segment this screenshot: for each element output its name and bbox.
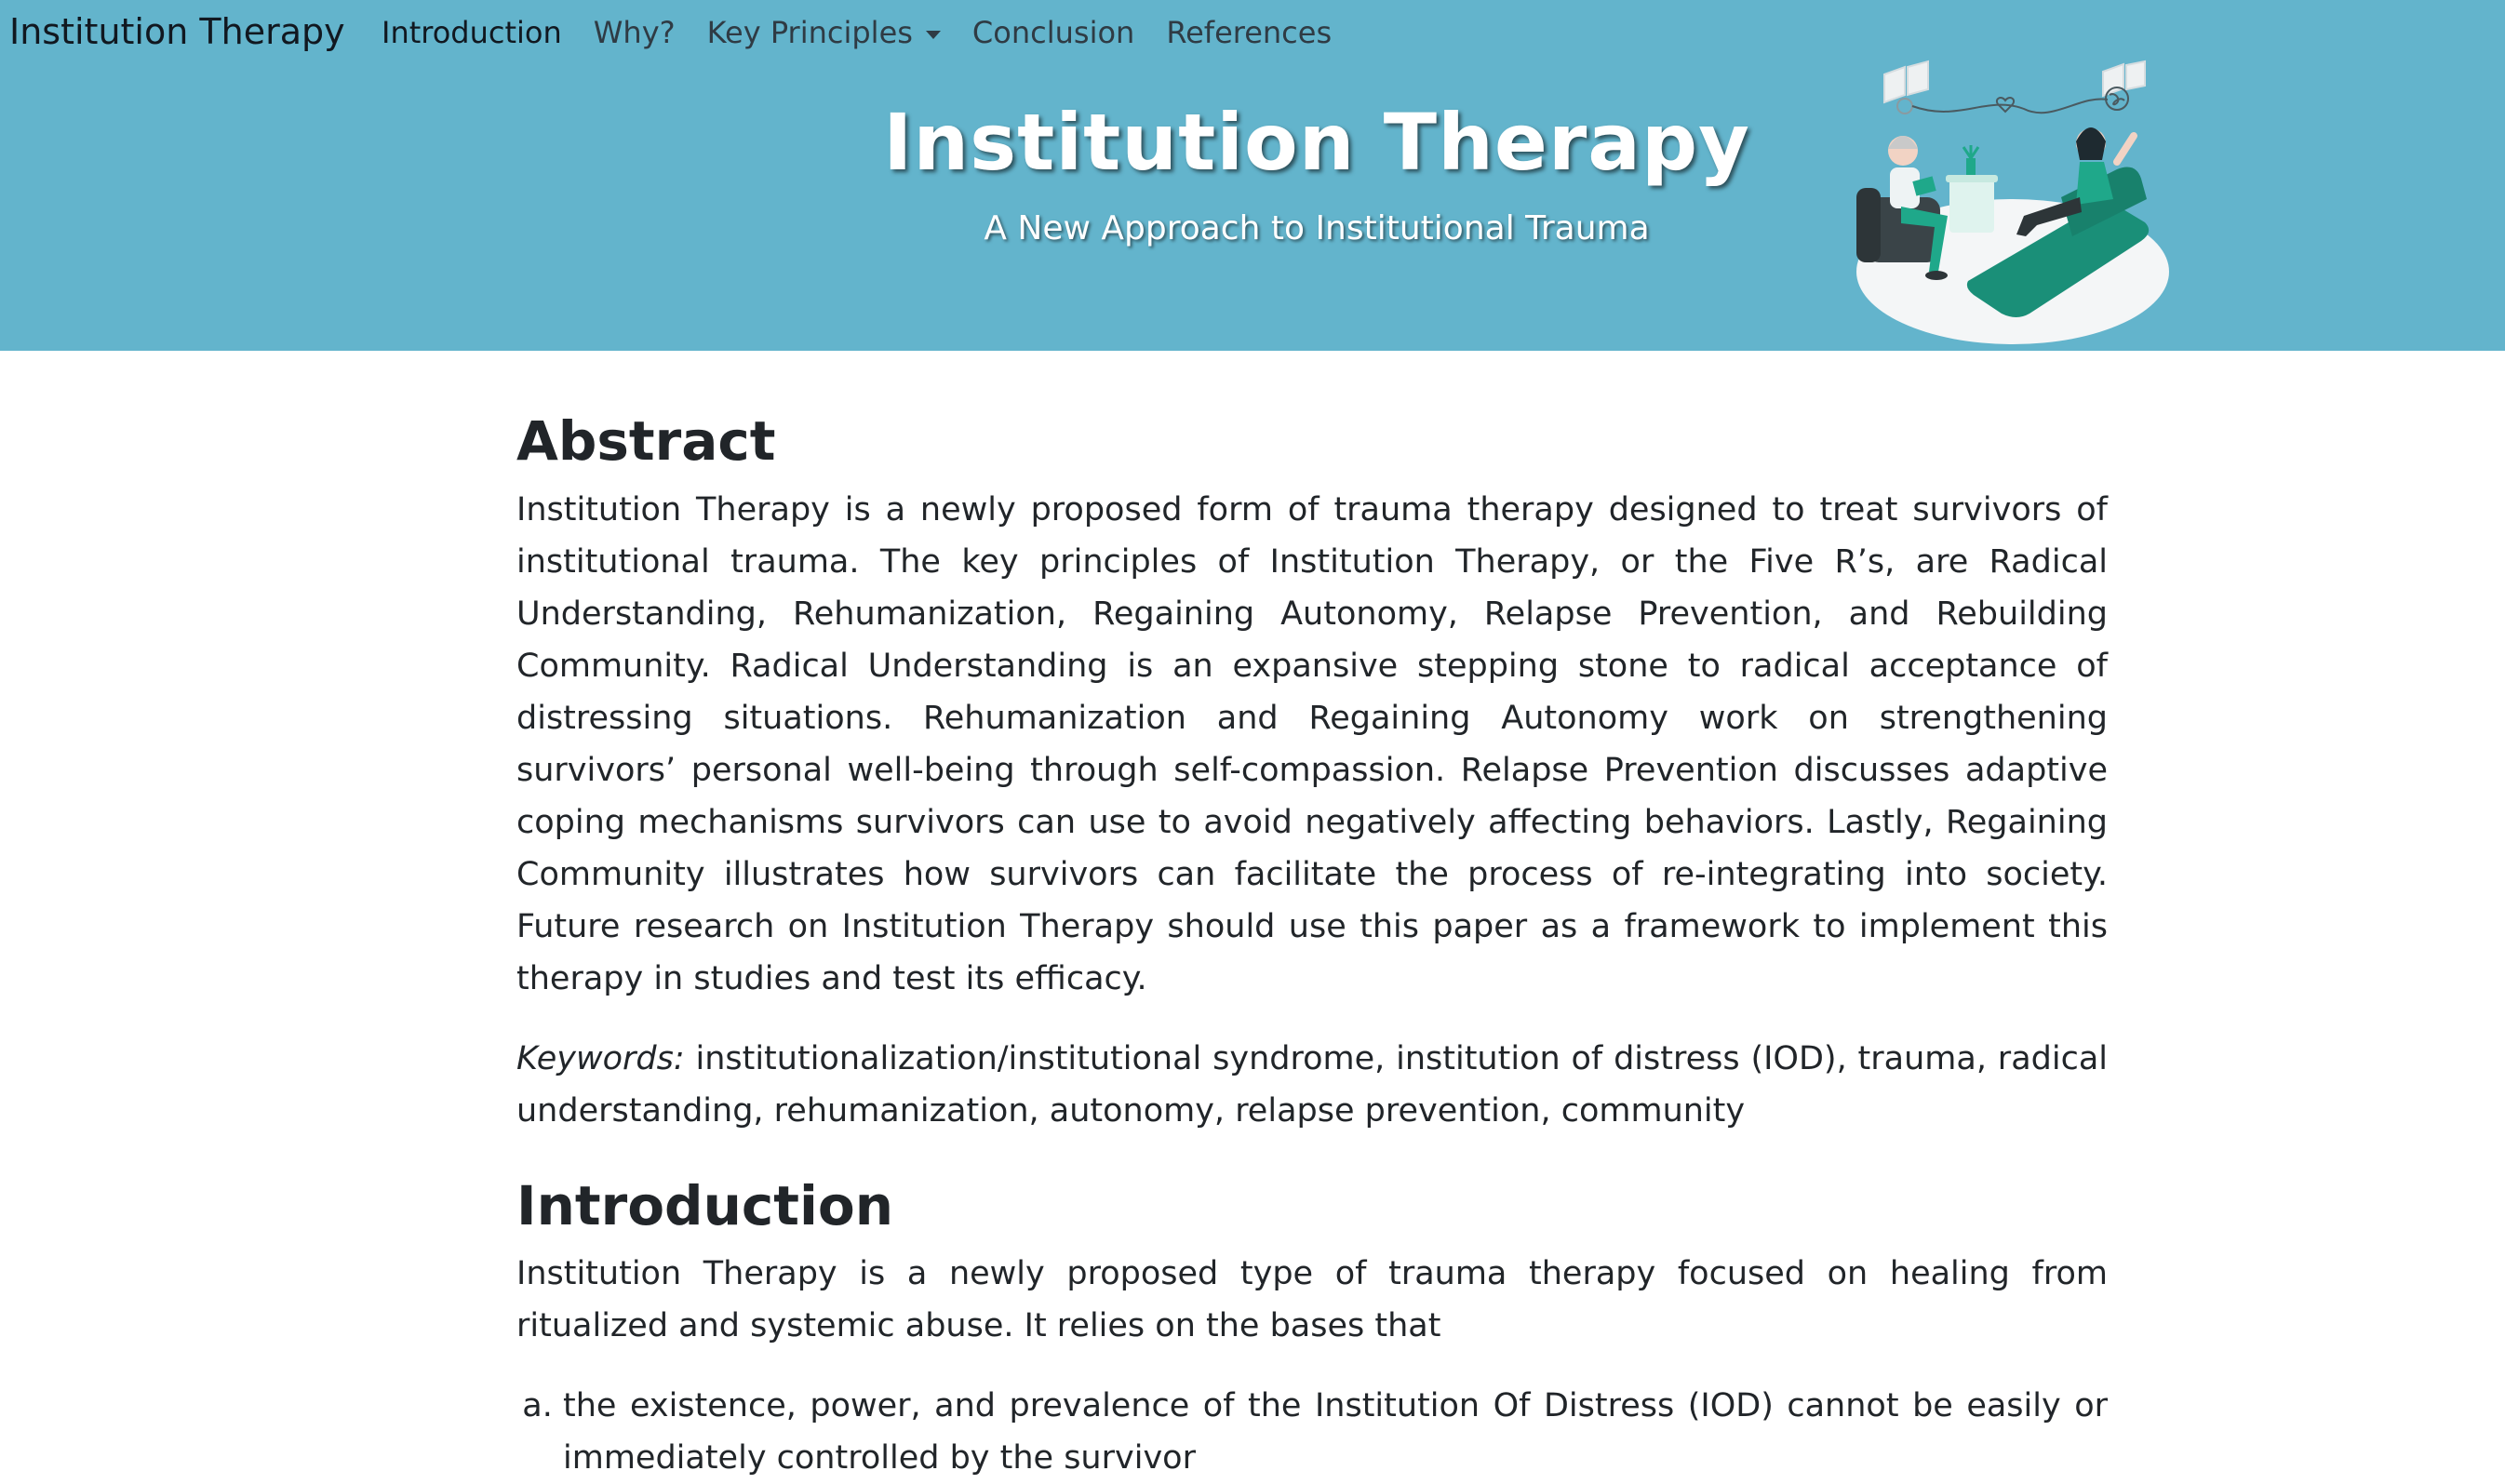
- abstract-heading: Abstract: [516, 409, 776, 473]
- nav-link-why[interactable]: Why?: [594, 15, 676, 50]
- abstract-body: Institution Therapy is a newly proposed …: [516, 490, 2108, 997]
- hero-header: Institution Therapy Introduction Why? Ke…: [0, 0, 2505, 351]
- main-content: Abstract Institution Therapy is a newly …: [516, 409, 2108, 1484]
- main-nav: Introduction Why? Key Principles Conclus…: [382, 15, 1363, 50]
- introduction-list: the existence, power, and prevalence of …: [516, 1380, 2108, 1484]
- keywords-label: Keywords:: [516, 1039, 685, 1077]
- keywords-list: institutionalization/institutional syndr…: [516, 1039, 2108, 1130]
- nav-dropdown-label: Key Principles: [706, 15, 913, 50]
- keywords-paragraph: Keywords: institutionalization/instituti…: [516, 1033, 2108, 1137]
- list-item: the existence, power, and prevalence of …: [563, 1380, 2108, 1484]
- caret-down-icon: [925, 30, 941, 39]
- introduction-section: Introduction Institution Therapy is a ne…: [516, 1174, 2108, 1484]
- introduction-heading: Introduction: [516, 1173, 893, 1237]
- nav-link-conclusion[interactable]: Conclusion: [972, 15, 1134, 50]
- nav-link-introduction[interactable]: Introduction: [382, 15, 562, 50]
- abstract-section: Abstract Institution Therapy is a newly …: [516, 409, 2108, 1137]
- nav-dropdown-key-principles[interactable]: Key Principles: [707, 15, 941, 50]
- introduction-body: Institution Therapy is a newly proposed …: [516, 1255, 2108, 1345]
- therapy-session-illustration-icon: [1856, 60, 2169, 344]
- nav-link-references[interactable]: References: [1166, 15, 1332, 50]
- navbar-brand[interactable]: Institution Therapy: [9, 11, 345, 52]
